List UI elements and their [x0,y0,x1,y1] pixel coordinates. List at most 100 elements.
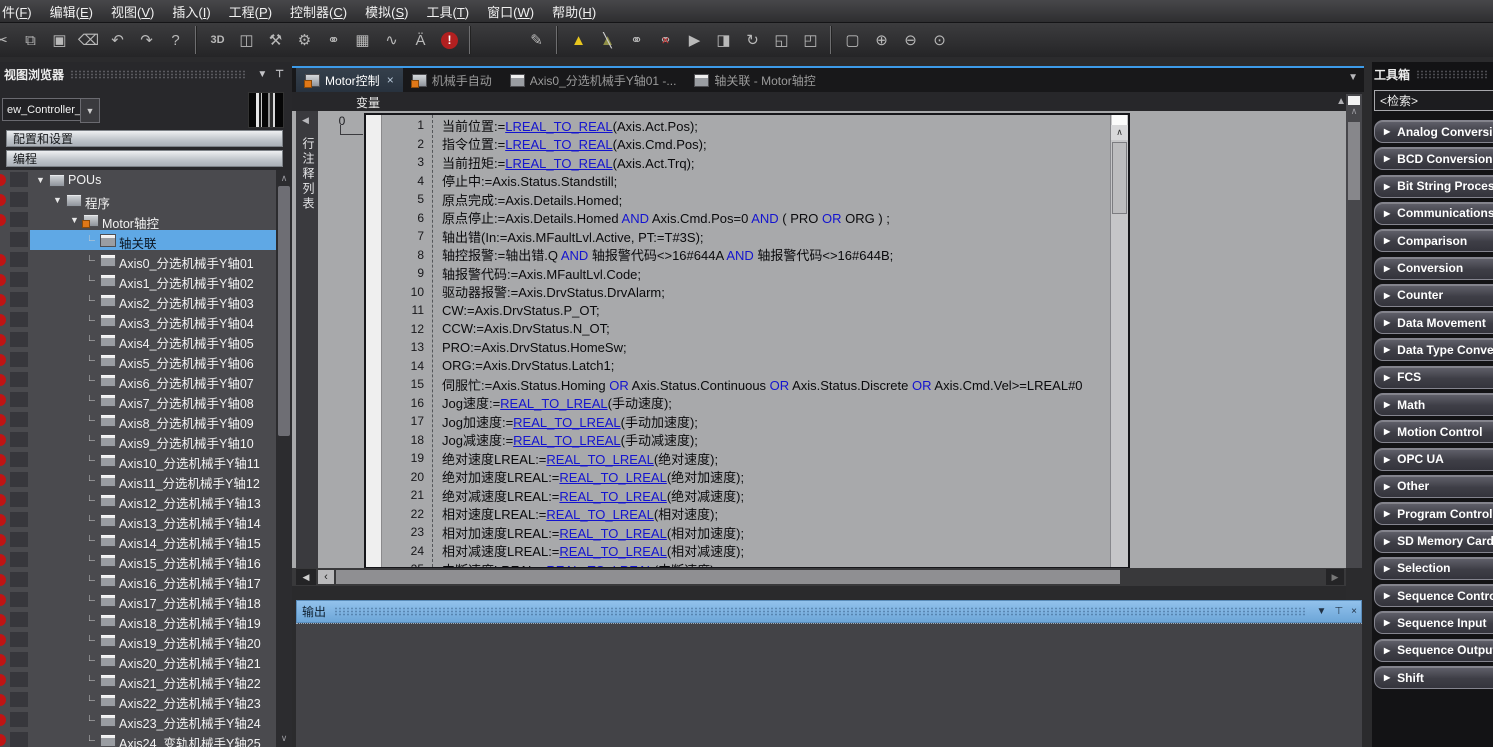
expander-icon[interactable]: ▼ [36,175,45,185]
tree-item-25[interactable]: ∟Axis21_分选机械手Y轴22 [0,670,276,690]
hscroll-left-icon[interactable]: ◀ [296,569,316,585]
toolbox-group-12[interactable]: ▶OPC UA [1374,448,1493,471]
tree-item-14[interactable]: ∟Axis10_分选机械手Y轴11 [0,450,276,470]
toolbox-group-1[interactable]: ▶BCD Conversion [1374,147,1493,170]
code-line[interactable]: 12CCW:=Axis.DrvStatus.N_OT; [382,320,1110,339]
hscroll-thumb[interactable] [336,570,1120,584]
tree-item-2[interactable]: ▼Motor轴控 [0,210,276,230]
tree-item-5[interactable]: ∟Axis1_分选机械手Y轴02 [0,270,276,290]
tree-item-1[interactable]: ▼程序 [0,190,276,210]
tree-item-7[interactable]: ∟Axis3_分选机械手Y轴04 [0,310,276,330]
toolbox-group-2[interactable]: ▶Bit String Processing [1374,175,1493,198]
line-comment-list-tab[interactable]: ◀ 行注释列表 [296,111,318,568]
tree-item-13[interactable]: ∟Axis9_分选机械手Y轴10 [0,430,276,450]
code-line[interactable]: 20绝对加速度LREAL:=REAL_TO_LREAL(绝对加速度); [382,468,1110,487]
monitor-stop-button[interactable]: ⚭× [652,27,679,53]
code-line[interactable]: 10驱动器报警:=Axis.DrvStatus.DrvAlarm; [382,283,1110,302]
output-pin-icon[interactable]: ⊤ [1330,606,1347,617]
delete-button[interactable]: ⌫ [75,27,102,53]
toolbox-group-16[interactable]: ▶Selection [1374,557,1493,580]
copy-button[interactable]: ⧉ [17,27,44,53]
output-splitter[interactable] [292,586,1346,600]
program-mode-button[interactable]: ◨ [710,27,737,53]
code-line[interactable]: 19绝对速度LREAL:=REAL_TO_LREAL(绝对速度); [382,449,1110,468]
code-line[interactable]: 24相对减速度LREAL:=REAL_TO_LREAL(相对减速度); [382,542,1110,561]
tree-item-28[interactable]: ∟Axis24_变轨机械手Y轴25 [0,730,276,747]
tree-item-6[interactable]: ∟Axis2_分选机械手Y轴03 [0,290,276,310]
menu-item-8[interactable]: 窗口(W) [478,2,543,21]
online-edit-button[interactable]: ✎ [523,27,550,53]
code-line[interactable]: 14ORG:=Axis.DrvStatus.Latch1; [382,357,1110,376]
help-button[interactable]: ? [162,27,189,53]
synchronize-button[interactable]: ↻ [739,27,766,53]
paste-button[interactable]: ▣ [46,27,73,53]
code-line[interactable]: 18Jog减速度:=REAL_TO_LREAL(手动减速度); [382,431,1110,450]
toolbox-group-0[interactable]: ▶Analog Conversion [1374,120,1493,143]
controller-select-arrow-icon[interactable]: ▼ [80,98,100,123]
scroll-down-icon[interactable]: ∨ [276,733,292,744]
editor-horizontal-scrollbar[interactable]: ◀ ‹ ▶ [292,568,1346,586]
tree-item-4[interactable]: ∟Axis0_分选机械手Y轴01 [0,250,276,270]
menu-item-5[interactable]: 控制器(C) [281,2,356,21]
zoom-100-button[interactable]: ⊙ [926,27,953,53]
editor-scrollbar-thumb[interactable] [1348,122,1360,200]
output-close-icon[interactable]: × [1347,606,1361,617]
toolbox-group-11[interactable]: ▶Motion Control [1374,420,1493,443]
toolbox-group-15[interactable]: ▶SD Memory Card [1374,530,1493,553]
st-code-block[interactable]: 1当前位置:=LREAL_TO_REAL(Axis.Act.Pos);2指令位置… [364,113,1130,568]
tree-item-23[interactable]: ∟Axis19_分选机械手Y轴20 [0,630,276,650]
code-line[interactable]: 3当前扭矩:=LREAL_TO_REAL(Axis.Act.Trq); [382,153,1110,172]
selection-margin[interactable] [366,115,382,567]
tree-item-20[interactable]: ∟Axis16_分选机械手Y轴17 [0,570,276,590]
tree-item-19[interactable]: ∟Axis15_分选机械手Y轴16 [0,550,276,570]
toolbox-group-8[interactable]: ▶Data Type Conversion [1374,338,1493,361]
tree-item-17[interactable]: ∟Axis13_分选机械手Y轴14 [0,510,276,530]
menu-item-7[interactable]: 工具(T) [417,2,478,21]
code-scrollbar-thumb[interactable] [1112,142,1127,214]
code-scrollbar[interactable]: ∧ [1110,115,1128,567]
code-line[interactable]: 5原点完成:=Axis.Details.Homed; [382,190,1110,209]
tree-item-26[interactable]: ∟Axis22_分选机械手Y轴23 [0,690,276,710]
tree-item-22[interactable]: ∟Axis18_分选机械手Y轴19 [0,610,276,630]
menu-item-0[interactable]: 件(F) [0,2,41,21]
undo-button[interactable]: ↶ [104,27,131,53]
fit-view-button[interactable]: ▢ [839,27,866,53]
code-line[interactable]: 17Jog加速度:=REAL_TO_LREAL(手动加速度); [382,412,1110,431]
menu-item-3[interactable]: 插入(I) [163,2,219,21]
rebuild-button[interactable]: ⚙ [291,27,318,53]
menu-item-1[interactable]: 编辑(E) [41,2,102,21]
code-line[interactable]: 16Jog速度:=REAL_TO_LREAL(手动速度); [382,394,1110,413]
tree-item-8[interactable]: ∟Axis4_分选机械手Y轴05 [0,330,276,350]
code-line[interactable]: 23相对加速度LREAL:=REAL_TO_LREAL(相对加速度); [382,523,1110,542]
menu-item-2[interactable]: 视图(V) [102,2,163,21]
code-line[interactable]: 11CW:=Axis.DrvStatus.P_OT; [382,301,1110,320]
cut-button[interactable]: ✂ [0,27,15,53]
tree-item-10[interactable]: ∟Axis6_分选机械手Y轴07 [0,370,276,390]
variables-section-bar[interactable]: 变量 ▲ [292,92,1362,112]
toolbox-group-20[interactable]: ▶Shift [1374,666,1493,689]
toolbox-group-14[interactable]: ▶Program Control [1374,502,1493,525]
go-offline-button[interactable]: ▲╲ [594,27,621,53]
tree-scrollbar[interactable]: ∧ ∨ [276,170,292,747]
tree-item-15[interactable]: ∟Axis11_分选机械手Y轴12 [0,470,276,490]
redo-button[interactable]: ↷ [133,27,160,53]
toolbox-group-13[interactable]: ▶Other [1374,475,1493,498]
toolbox-group-17[interactable]: ▶Sequence Control [1374,584,1493,607]
menu-item-4[interactable]: 工程(P) [220,2,281,21]
tree-item-21[interactable]: ∟Axis17_分选机械手Y轴18 [0,590,276,610]
hscroll-back-icon[interactable]: ‹ [318,570,334,584]
scroll-up-icon[interactable]: ∧ [276,173,292,184]
tab-2[interactable]: Axis0_分选机械手Y轴01 -... [501,68,686,92]
section-bar-1[interactable]: 编程 [6,150,283,167]
toolbox-group-19[interactable]: ▶Sequence Output [1374,639,1493,662]
variable-table-button[interactable]: ▦ [349,27,376,53]
toolbox-group-7[interactable]: ▶Data Movement [1374,311,1493,334]
check-program-button[interactable]: ⚭ [320,27,347,53]
zoom-in-button[interactable]: ⊕ [868,27,895,53]
toolbox-group-10[interactable]: ▶Math [1374,393,1493,416]
tab-1[interactable]: 机械手自动 [403,68,501,92]
tab-list-dropdown-icon[interactable]: ▼ [1348,72,1358,83]
hscroll-right-icon[interactable]: ▶ [1326,569,1344,585]
code-line[interactable]: 1当前位置:=LREAL_TO_REAL(Axis.Act.Pos); [382,116,1110,135]
menu-item-6[interactable]: 模拟(S) [356,2,417,21]
